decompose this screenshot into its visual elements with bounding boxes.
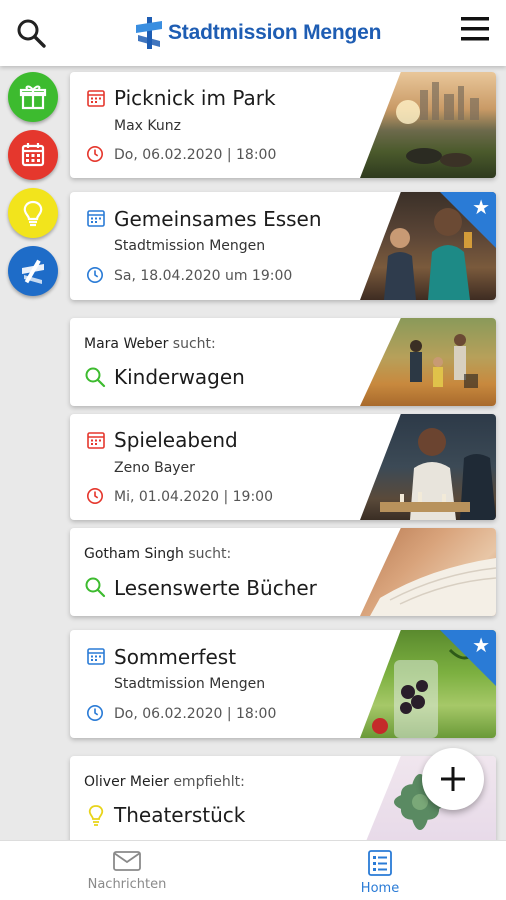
calendar-icon bbox=[87, 210, 105, 227]
search-verb: sucht: bbox=[172, 336, 216, 352]
category-gifts-button[interactable] bbox=[8, 72, 58, 122]
category-sidebar bbox=[6, 72, 60, 304]
search-author: Gotham Singh sucht: bbox=[84, 546, 231, 562]
event-title: Picknick im Park bbox=[114, 86, 276, 110]
hamburger-menu-icon[interactable] bbox=[458, 14, 492, 44]
event-date: Do, 06.02.2020 | 18:00 bbox=[114, 147, 277, 163]
star-icon: ★ bbox=[472, 633, 490, 657]
search-icon[interactable] bbox=[14, 16, 48, 50]
event-card[interactable]: Sommerfest Stadtmission Mengen Do, 06.02… bbox=[70, 630, 496, 738]
event-card[interactable]: Gemeinsames Essen Stadtmission Mengen Sa… bbox=[70, 192, 496, 300]
calendar-icon bbox=[87, 90, 105, 107]
event-date: Sa, 18.04.2020 um 19:00 bbox=[114, 268, 293, 284]
clock-icon bbox=[86, 487, 104, 505]
category-stadtmission-button[interactable] bbox=[8, 246, 58, 296]
lightbulb-icon bbox=[88, 805, 104, 826]
nav-messages[interactable]: Nachrichten bbox=[62, 849, 192, 892]
brand-logo[interactable]: Stadtmission Mengen bbox=[134, 14, 381, 52]
event-title: Sommerfest bbox=[114, 645, 237, 669]
plus-icon bbox=[441, 767, 465, 791]
clock-icon bbox=[86, 704, 104, 722]
stadtmission-logo-icon bbox=[136, 17, 162, 49]
event-organizer: Zeno Bayer bbox=[114, 460, 195, 476]
search-icon bbox=[85, 367, 106, 388]
calendar-icon bbox=[87, 648, 105, 665]
search-icon bbox=[85, 577, 106, 598]
recommend-title: Theaterstück bbox=[114, 803, 246, 827]
bottom-navigation: Nachrichten Home bbox=[0, 840, 506, 900]
recommend-author: Oliver Meier empfiehlt: bbox=[84, 774, 245, 790]
event-date: Do, 06.02.2020 | 18:00 bbox=[114, 706, 277, 722]
event-card[interactable]: Picknick im Park Max Kunz Do, 06.02.2020… bbox=[70, 72, 496, 178]
author-name: Mara Weber bbox=[84, 336, 169, 352]
author-name: Oliver Meier bbox=[84, 774, 169, 790]
brand-name: Stadtmission Mengen bbox=[168, 21, 382, 44]
recommend-verb: empfiehlt: bbox=[173, 774, 245, 790]
event-card[interactable]: Spieleabend Zeno Bayer Mi, 01.04.2020 | … bbox=[70, 414, 496, 520]
search-card[interactable]: Gotham Singh sucht: Lesenswerte Bücher bbox=[70, 528, 496, 616]
stadtmission-logo-icon bbox=[22, 259, 44, 284]
list-document-icon bbox=[368, 850, 392, 876]
star-icon: ★ bbox=[472, 195, 490, 219]
search-card[interactable]: Mara Weber sucht: Kinderwagen bbox=[70, 318, 496, 406]
gift-icon bbox=[19, 85, 47, 110]
search-title: Kinderwagen bbox=[114, 365, 245, 389]
event-title: Gemeinsames Essen bbox=[114, 207, 322, 231]
event-organizer: Max Kunz bbox=[114, 118, 181, 134]
nav-home-label: Home bbox=[360, 881, 400, 896]
app-header: Stadtmission Mengen bbox=[0, 0, 506, 66]
event-organizer: Stadtmission Mengen bbox=[114, 238, 266, 254]
category-events-button[interactable] bbox=[8, 130, 58, 180]
event-organizer: Stadtmission Mengen bbox=[114, 676, 266, 692]
chess-game-photo bbox=[360, 414, 496, 520]
search-title: Lesenswerte Bücher bbox=[114, 576, 317, 600]
nav-home[interactable]: Home bbox=[315, 849, 445, 896]
family-walking-park-photo bbox=[360, 318, 496, 406]
event-title: Spieleabend bbox=[114, 428, 238, 452]
search-verb: sucht: bbox=[188, 546, 232, 562]
search-author: Mara Weber sucht: bbox=[84, 336, 216, 352]
calendar-icon bbox=[21, 143, 45, 167]
open-book-photo bbox=[360, 528, 496, 616]
event-date: Mi, 01.04.2020 | 19:00 bbox=[114, 489, 273, 505]
nav-messages-label: Nachrichten bbox=[87, 877, 167, 892]
author-name: Gotham Singh bbox=[84, 546, 184, 562]
clock-icon bbox=[86, 266, 104, 284]
city-park-picnic-photo bbox=[360, 72, 496, 178]
clock-icon bbox=[86, 145, 104, 163]
add-post-button[interactable] bbox=[422, 748, 484, 810]
lightbulb-icon bbox=[23, 200, 43, 227]
calendar-icon bbox=[87, 432, 105, 449]
category-ideas-button[interactable] bbox=[8, 188, 58, 238]
envelope-icon bbox=[113, 851, 141, 871]
